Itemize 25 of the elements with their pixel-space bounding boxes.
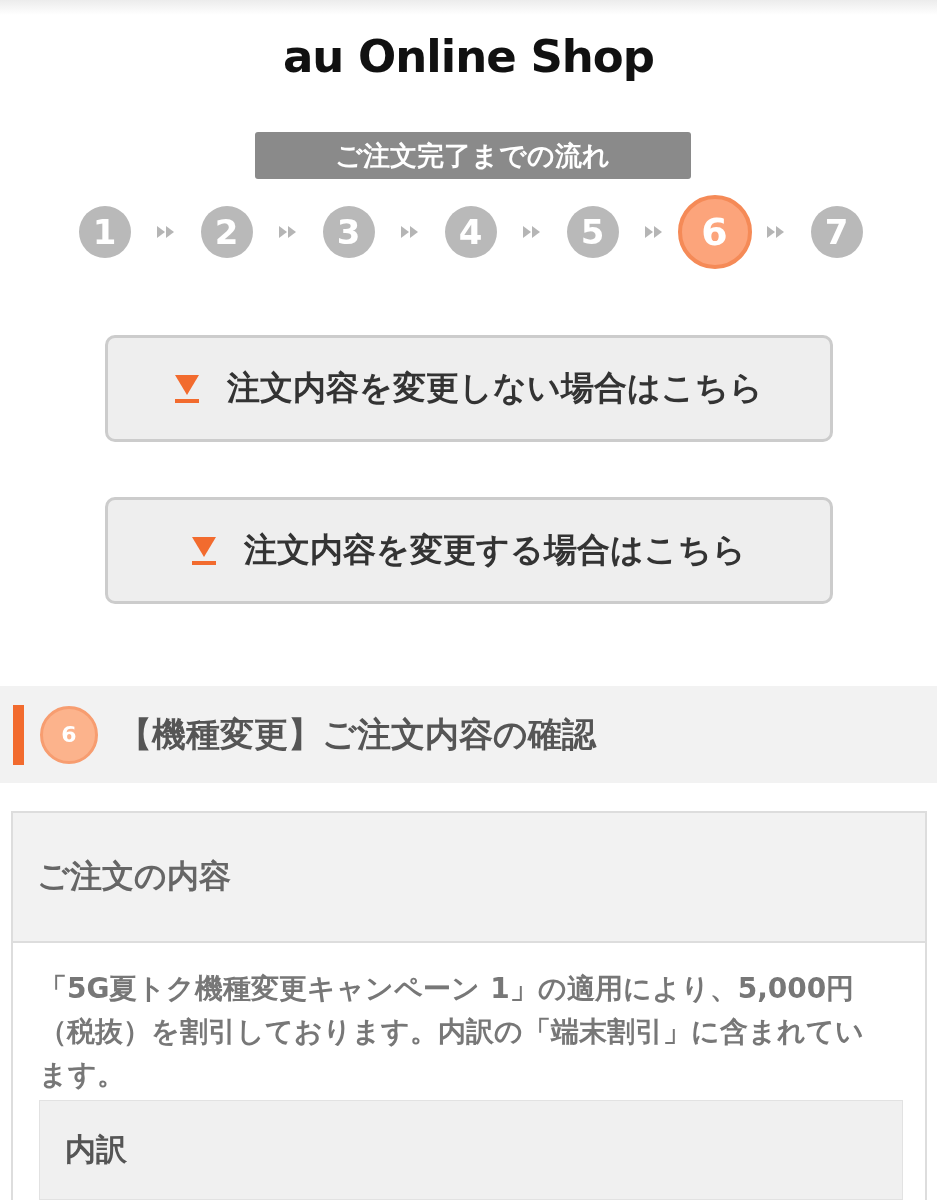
flow-title: ご注文完了までの流れ — [254, 132, 691, 180]
double-arrow-icon — [522, 226, 541, 239]
order-option-button[interactable]: 注文内容を変更しない場合はこちら — [105, 335, 833, 443]
double-arrow-icon — [156, 226, 175, 239]
down-arrow-icon — [175, 374, 199, 403]
double-arrow-icon — [644, 226, 663, 239]
down-arrow-icon — [192, 536, 216, 565]
step-indicator: 3 — [322, 206, 375, 259]
double-arrow-icon — [400, 226, 419, 239]
order-option-button[interactable]: 注文内容を変更する場合はこちら — [105, 497, 833, 605]
double-arrow-icon — [766, 226, 785, 239]
breakdown-title: 内訳 — [65, 1130, 127, 1169]
step-indicator: 4 — [444, 206, 497, 259]
step-indicator: 2 — [200, 206, 253, 259]
step-indicator: 5 — [566, 206, 619, 259]
section-title: 【機種変更】ご注文内容の確認 — [118, 712, 596, 756]
logo: au Online Shop — [283, 29, 654, 86]
current-step-indicator: 6 — [677, 195, 752, 270]
double-arrow-icon — [278, 226, 297, 239]
accent-bar — [13, 704, 24, 765]
card-title: ご注文の内容 — [37, 856, 231, 897]
step-badge: 6 — [40, 705, 98, 764]
step-indicator: 1 — [78, 206, 131, 259]
discount-note: 「5G夏トク機種変更キャンペーン 1」の適用により、5,000円（税抜）を割引しております。内訳の「端末割引」に含まれています。 — [39, 971, 865, 1093]
step-indicator: 7 — [810, 206, 863, 259]
